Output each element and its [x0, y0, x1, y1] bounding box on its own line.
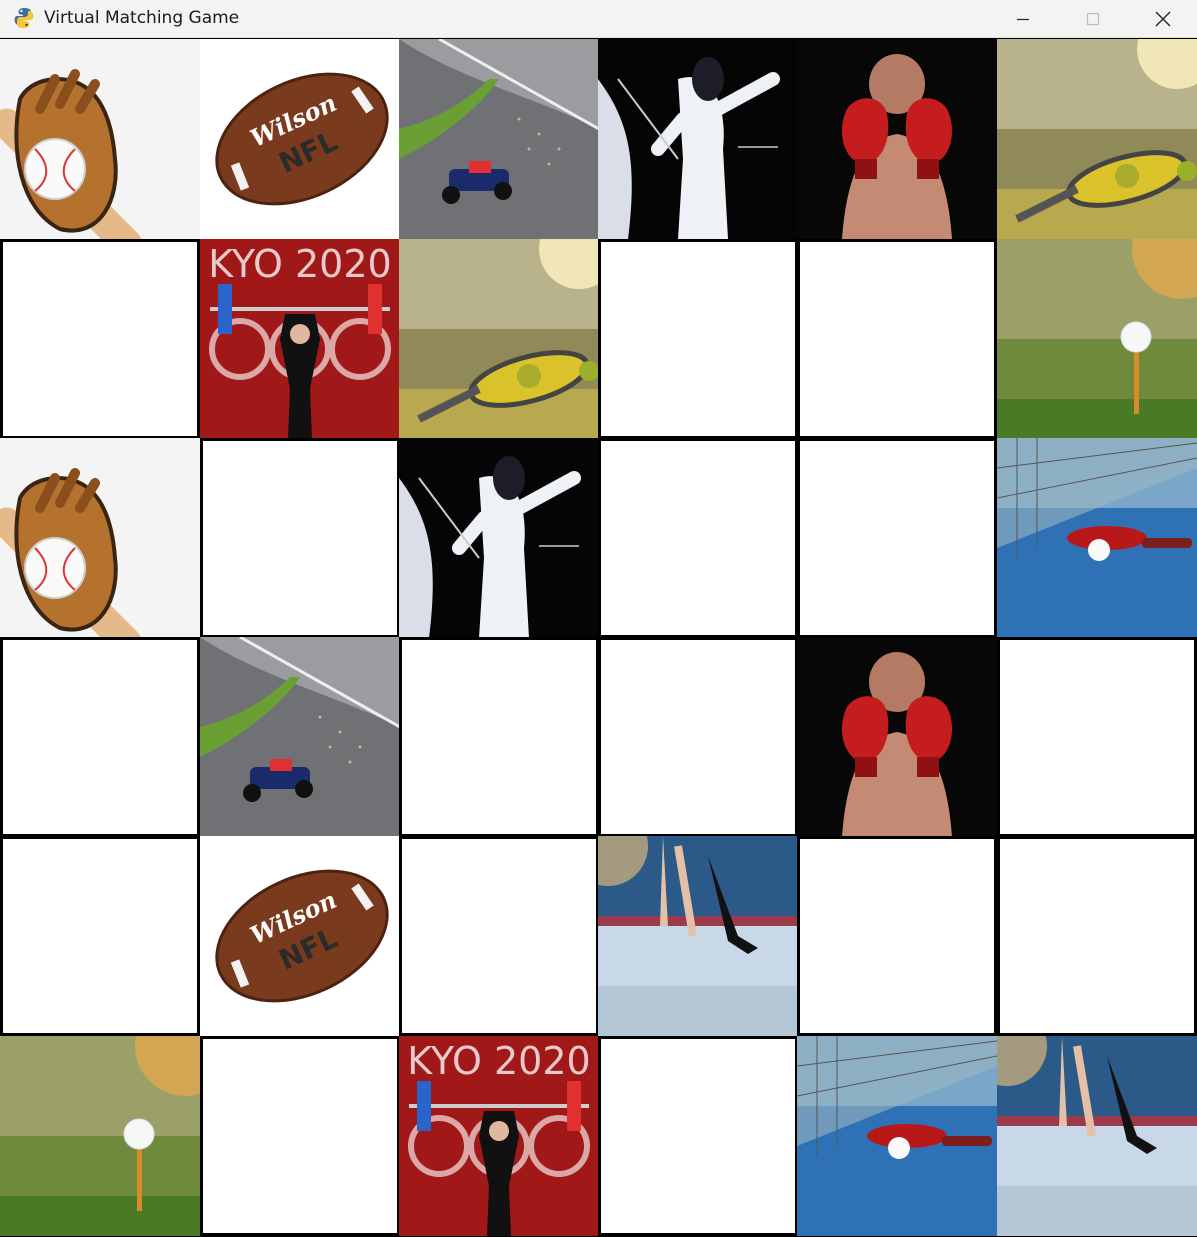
card-tile-tennis[interactable]: [997, 39, 1197, 239]
card-tile-hidden[interactable]: [200, 1036, 400, 1236]
minimize-icon: [1017, 18, 1029, 21]
maximize-button[interactable]: [1058, 0, 1128, 38]
card-tile-baseball[interactable]: [0, 39, 200, 239]
title-bar: Virtual Matching Game: [0, 0, 1197, 38]
tennis-image: [399, 239, 599, 439]
card-tile-hidden[interactable]: [200, 438, 400, 638]
card-tile-baseball[interactable]: [0, 438, 200, 638]
card-tile-table-tennis[interactable]: [797, 1036, 997, 1236]
golf-image: [0, 1036, 200, 1236]
card-tile-hidden[interactable]: [598, 239, 798, 439]
hockey-image: [598, 836, 798, 1036]
maximize-icon: [1086, 12, 1100, 26]
card-tile-racing[interactable]: [200, 637, 400, 837]
card-tile-tennis[interactable]: [399, 239, 599, 439]
baseball-image: [0, 39, 200, 239]
boxing-image: [797, 39, 997, 239]
baseball-image: [0, 438, 200, 638]
card-tile-hidden[interactable]: [399, 836, 599, 1036]
weightlifting-image: KYO 2020: [200, 239, 400, 439]
card-tile-hidden[interactable]: [997, 637, 1197, 837]
card-tile-boxing[interactable]: [797, 637, 997, 837]
weightlifting-banner-text: KYO 2020: [208, 242, 391, 286]
card-tile-hidden[interactable]: [0, 239, 200, 439]
card-tile-golf[interactable]: [997, 239, 1197, 439]
racing-image: [399, 39, 599, 239]
card-tile-hidden[interactable]: [997, 836, 1197, 1036]
card-tile-weightlifting[interactable]: KYO 2020: [399, 1036, 599, 1236]
card-tile-fencing[interactable]: [598, 39, 798, 239]
boxing-image: [797, 637, 997, 837]
card-tile-hidden[interactable]: [0, 836, 200, 1036]
close-icon: [1155, 11, 1171, 27]
card-tile-hidden[interactable]: [598, 1036, 798, 1236]
card-tile-football[interactable]: Wilson NFL: [200, 836, 400, 1036]
card-tile-weightlifting[interactable]: KYO 2020: [200, 239, 400, 439]
fencing-image: [399, 438, 599, 638]
tennis-image: [997, 39, 1197, 239]
card-tile-racing[interactable]: [399, 39, 599, 239]
table-tennis-image: [797, 1036, 997, 1236]
card-tile-table-tennis[interactable]: [997, 438, 1197, 638]
python-snake-icon: [12, 6, 36, 30]
minimize-button[interactable]: [988, 0, 1058, 38]
racing-image: [200, 637, 400, 837]
golf-image: [997, 239, 1197, 439]
card-tile-boxing[interactable]: [797, 39, 997, 239]
card-tile-hidden[interactable]: [598, 637, 798, 837]
card-tile-hidden[interactable]: [399, 637, 599, 837]
football-image: Wilson NFL: [200, 39, 400, 239]
card-tile-hidden[interactable]: [797, 438, 997, 638]
card-tile-hidden[interactable]: [797, 836, 997, 1036]
card-tile-hidden[interactable]: [0, 637, 200, 837]
weightlifting-banner-text: KYO 2020: [407, 1039, 590, 1083]
card-tile-hockey[interactable]: [598, 836, 798, 1036]
card-tile-football[interactable]: Wilson NFL: [200, 39, 400, 239]
close-button[interactable]: [1128, 0, 1197, 38]
card-tile-hockey[interactable]: [997, 1036, 1197, 1236]
card-tile-hidden[interactable]: [797, 239, 997, 439]
card-tile-hidden[interactable]: [598, 438, 798, 638]
game-board: Wilson NFL KYO 2020 Wilson NFL KYO 2020: [0, 39, 1197, 1237]
card-tile-golf[interactable]: [0, 1036, 200, 1236]
window-title: Virtual Matching Game: [44, 8, 240, 28]
weightlifting-image: KYO 2020: [399, 1036, 599, 1236]
fencing-image: [598, 39, 798, 239]
card-tile-fencing[interactable]: [399, 438, 599, 638]
football-image: Wilson NFL: [200, 836, 400, 1036]
hockey-image: [997, 1036, 1197, 1236]
table-tennis-image: [997, 438, 1197, 638]
